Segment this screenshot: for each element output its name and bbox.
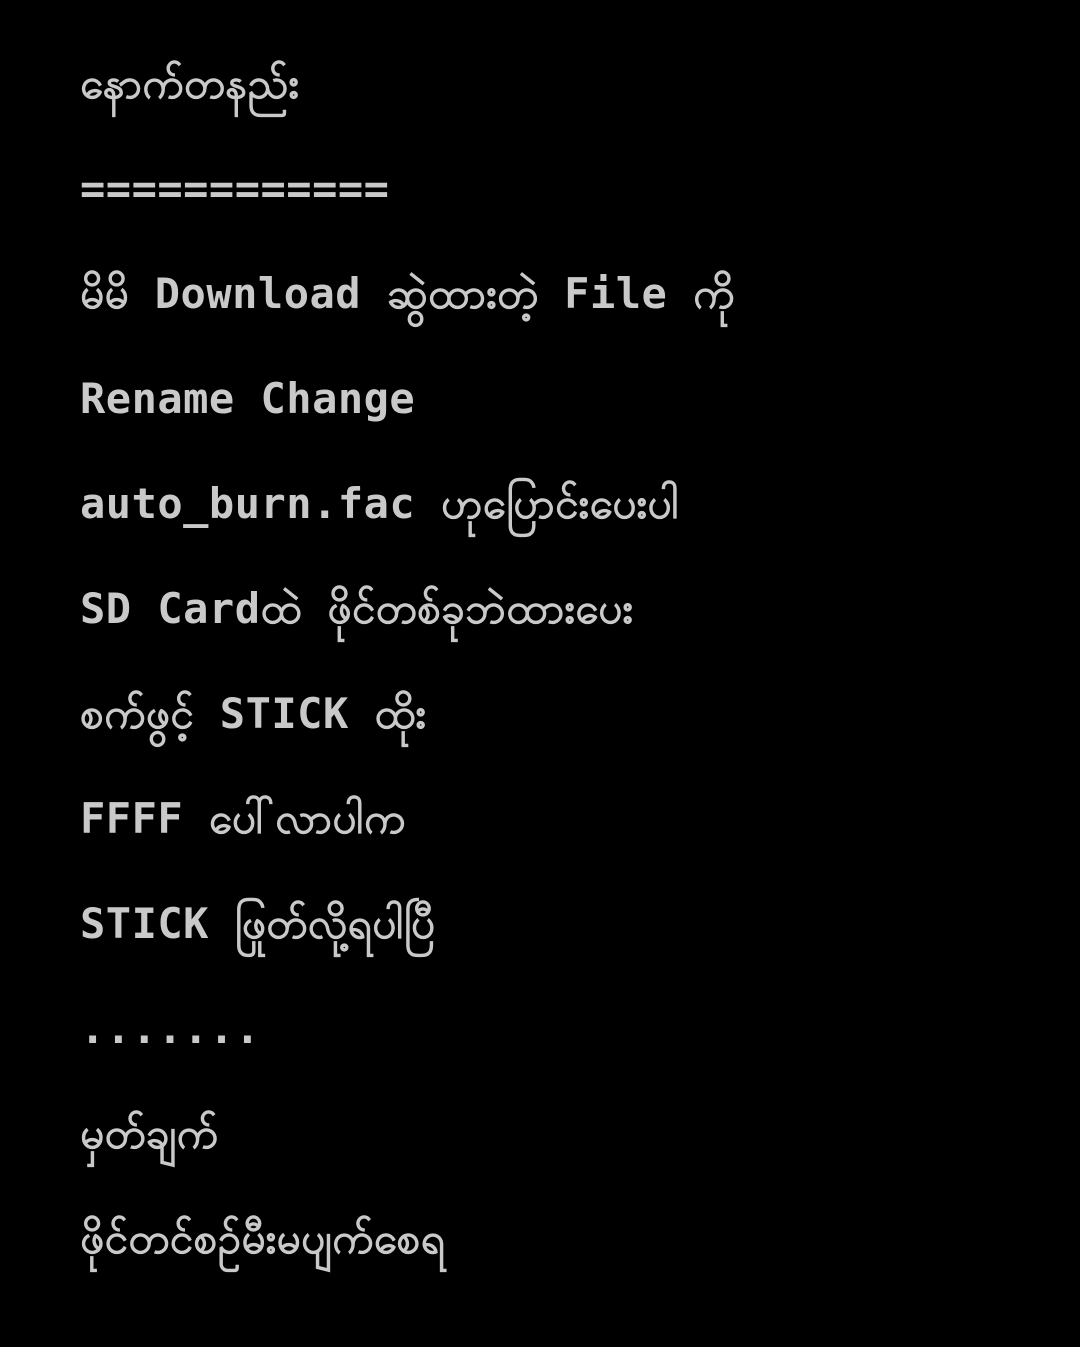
note-heading: မှတ်ချက် <box>80 1109 219 1158</box>
text-content: နောက်တနည်း ============ မိမိ Download ဆွ… <box>80 52 1000 1312</box>
ellipsis-line: ....... <box>80 1004 261 1053</box>
instruction-line-1: မိမိ Download ဆွဲထားတဲ့ File ကို <box>80 269 735 318</box>
instruction-line-6: FFFF ပေါ်လာပါက <box>80 794 406 843</box>
instruction-line-4: SD Cardထဲ ဖိုင်တစ်ခုဘဲထားပေး <box>80 584 634 633</box>
instruction-line-5: စက်ဖွင့် STICK ထိုး <box>80 689 427 738</box>
note-line: ဖိုင်တင်စဉ်မီးမပျက်စေရ <box>80 1214 446 1263</box>
instruction-line-3: auto_burn.fac ဟုပြောင်းပေးပါ <box>80 479 680 528</box>
heading-line: နောက်တနည်း <box>80 59 300 108</box>
instruction-line-7: STICK ဖြုတ်လို့ရပါပြီ <box>80 899 436 948</box>
divider-line: ============ <box>80 164 390 213</box>
instruction-line-2: Rename Change <box>80 374 416 423</box>
